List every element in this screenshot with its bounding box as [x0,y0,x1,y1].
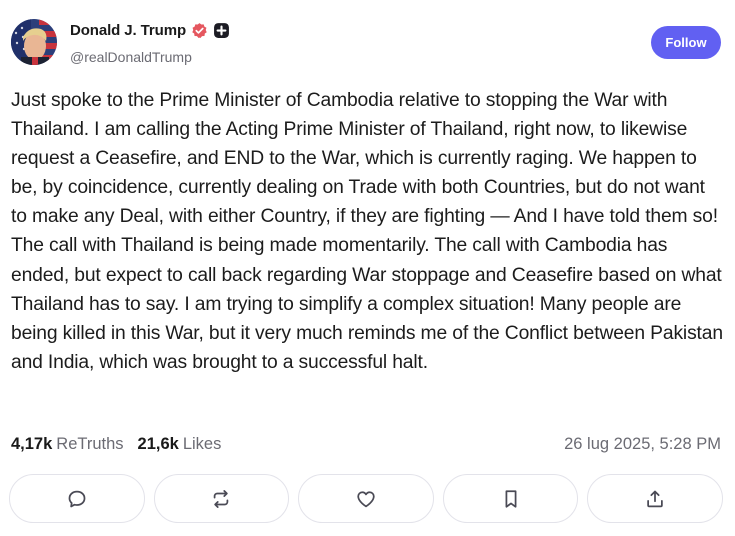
author-handle[interactable]: @realDonaldTrump [70,49,192,65]
post-stats: 4,17k ReTruths 21,6k Likes 26 lug 2025, … [11,432,721,456]
follow-button[interactable]: Follow [651,26,721,59]
bookmark-icon [505,489,517,508]
post-body: Just spoke to the Prime Minister of Camb… [11,90,723,373]
author-name[interactable]: Donald J. Trump [70,22,186,39]
verified-badge-icon [191,22,208,39]
avatar[interactable] [11,19,57,65]
retruths-label[interactable]: ReTruths [56,435,123,454]
retruth-icon [214,489,229,508]
like-button[interactable] [298,474,434,523]
reply-button[interactable] [9,474,145,523]
action-bar [9,474,723,523]
author-name-row: Donald J. Trump [70,22,230,39]
post-timestamp[interactable]: 26 lug 2025, 5:28 PM [564,435,721,454]
heart-icon [357,490,375,507]
share-icon [647,490,663,507]
likes-count[interactable]: 21,6k [138,435,179,454]
likes-label[interactable]: Likes [183,435,222,454]
comment-icon [68,490,86,507]
plus-badge-icon [213,22,230,39]
bookmark-button[interactable] [442,474,579,523]
share-button[interactable] [587,474,723,523]
retruth-button[interactable] [153,474,290,523]
retruths-count[interactable]: 4,17k [11,435,52,454]
post-header: Donald J. Trump @realDonaldTrump Follow [11,16,721,72]
